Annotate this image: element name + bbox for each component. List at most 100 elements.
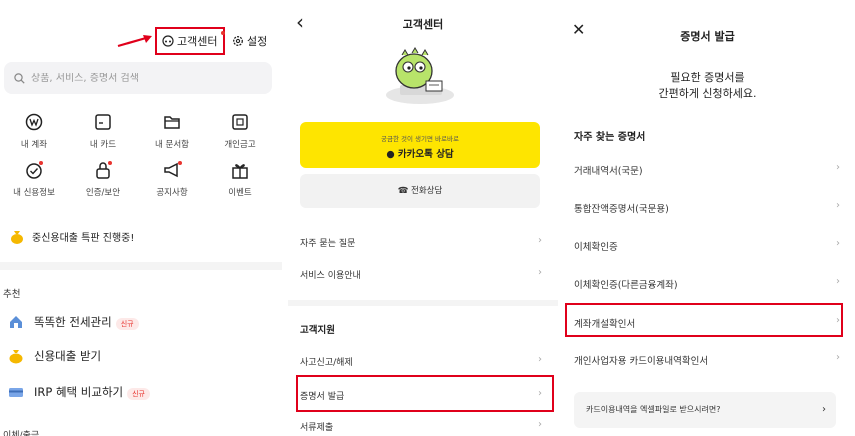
recommend-item-irp[interactable]: IRP 혜택 비교하기 신규: [8, 384, 150, 400]
chevron-right-icon: ›: [538, 419, 542, 430]
chevron-right-icon: ›: [836, 276, 840, 287]
card-icon: [95, 114, 111, 130]
phone-label: 전화상담: [411, 186, 443, 196]
menu-row-accident-report[interactable]: 사고신고/해제 ›: [300, 354, 548, 368]
recommend-label: 신용대출 받기: [34, 349, 102, 363]
notification-dot: [221, 31, 225, 35]
cert-row-transfer[interactable]: 이체확인증 ›: [574, 238, 844, 253]
kakao-chat-button[interactable]: 궁금한 것이 생기면 바로바로 ● 카카오톡 상담: [300, 122, 540, 168]
row-label: 계좌개설확인서: [574, 319, 636, 330]
menu-label: 인증/보안: [85, 188, 121, 198]
row-label: 서류제출: [300, 423, 334, 433]
recommend-label: IRP 혜택 비교하기: [34, 385, 124, 399]
recommend-item-credit-loan[interactable]: 신용대출 받기: [8, 348, 101, 364]
chevron-right-icon: ›: [836, 315, 840, 326]
menu-label: 내 문서함: [155, 140, 189, 150]
menu-auth-security[interactable]: 인증/보안: [73, 160, 133, 198]
row-label: 증명서 발급: [300, 392, 345, 402]
card-stack-icon: [9, 388, 23, 397]
main-menu-panel: 고객센터 설정 내 계좌 내 카드: [0, 0, 282, 436]
banner-label: 카드이용내역을 엑셀파일로 받으시려면?: [586, 405, 721, 414]
search-bar[interactable]: [4, 62, 272, 94]
page-title: 고객센터: [402, 18, 444, 31]
settings-label: 설정: [247, 35, 268, 48]
chevron-right-icon: ›: [538, 388, 542, 399]
certificate-panel: ✕ 증명서 발급 필요한 증명서를 간편하게 신청하세요. 자주 찾는 증명서 …: [560, 0, 855, 436]
intro-text: 필요한 증명서를 간편하게 신청하세요.: [560, 70, 855, 102]
phone-icon: ☎: [397, 186, 409, 196]
phone-consult-button[interactable]: ☎ 전화상담: [300, 174, 540, 208]
mascot-illustration: [386, 47, 454, 104]
row-label: 이체확인증(다른금융계좌): [574, 280, 678, 291]
section-heading: 자주 찾는 증명서: [574, 132, 646, 143]
menu-label: 내 계좌: [20, 140, 48, 150]
money-bag-icon: [11, 231, 23, 244]
row-label: 거래내역서(국문): [574, 166, 643, 177]
recommend-label: 똑똑한 전세관리: [34, 315, 112, 329]
menu-row-faq[interactable]: 자주 묻는 질문 ›: [300, 235, 548, 249]
chat-bubble-icon: ●: [386, 149, 395, 160]
money-bag-icon: [9, 350, 23, 364]
menu-credit-info[interactable]: 내 신용정보: [4, 160, 64, 198]
menu-events[interactable]: 이벤트: [210, 160, 270, 198]
chevron-right-icon: ›: [538, 354, 542, 365]
row-label: 자주 묻는 질문: [300, 239, 356, 249]
section-divider: [0, 262, 282, 270]
folder-icon: [164, 116, 180, 129]
support-heading: 고객지원: [300, 325, 335, 336]
recommend-item-lease[interactable]: 똑똑한 전세관리 신규: [8, 314, 139, 330]
red-arrow-annotation: [117, 35, 152, 48]
promo-banner[interactable]: 중신용대출 특판 진행중!: [10, 228, 134, 244]
chevron-right-icon: ›: [836, 162, 840, 173]
menu-my-account[interactable]: 내 계좌: [4, 112, 64, 150]
lock-icon: [96, 161, 112, 179]
cert-row-account-opening[interactable]: 계좌개설확인서 ›: [574, 315, 844, 330]
gift-icon: [232, 164, 248, 179]
menu-my-documents[interactable]: 내 문서함: [142, 112, 202, 150]
menu-personal-safe[interactable]: 개인금고: [210, 112, 270, 150]
card-excel-banner[interactable]: 카드이용내역을 엑셀파일로 받으시려면? ›: [574, 392, 836, 428]
gear-icon: [233, 36, 243, 46]
recommend-heading: 추천: [3, 289, 21, 300]
section-heading-cut: 이체/출금: [3, 431, 40, 436]
row-label: 이체확인증: [574, 242, 618, 253]
kakao-subtitle: 궁금한 것이 생기면 바로바로: [381, 135, 459, 143]
new-badge: 신규: [127, 388, 150, 400]
chevron-right-icon: ›: [836, 200, 840, 211]
menu-row-certificate[interactable]: 증명서 발급 ›: [300, 388, 548, 402]
menu-label: 내 신용정보: [13, 188, 55, 198]
cert-row-transaction[interactable]: 거래내역서(국문) ›: [574, 162, 844, 177]
row-label: 통합잔액증명서(국문용): [574, 204, 669, 215]
row-label: 사고신고/해제: [300, 358, 353, 368]
house-icon: [10, 316, 22, 328]
menu-row-service-guide[interactable]: 서비스 이용안내 ›: [300, 267, 548, 281]
row-label: 개인사업자용 카드이용내역확인서: [574, 356, 709, 367]
menu-row-document-submit[interactable]: 서류제출 ›: [300, 419, 548, 433]
section-divider: [288, 300, 558, 306]
customer-center-button[interactable]: 고객센터: [162, 33, 217, 49]
menu-my-card[interactable]: 내 카드: [73, 112, 133, 150]
chevron-right-icon: ›: [822, 404, 826, 415]
cert-row-card-usage[interactable]: 개인사업자용 카드이용내역확인서 ›: [574, 352, 844, 367]
search-input[interactable]: [31, 72, 251, 84]
cert-row-transfer-other[interactable]: 이체확인증(다른금융계좌) ›: [574, 276, 844, 291]
new-badge: 신규: [115, 318, 139, 330]
intro-line: 필요한 증명서를: [670, 71, 745, 84]
intro-line: 간편하게 신청하세요.: [658, 87, 757, 100]
settings-button[interactable]: 설정: [232, 33, 267, 49]
customer-center-label: 고객센터: [177, 35, 218, 48]
chevron-right-icon: ›: [836, 352, 840, 363]
cert-row-balance[interactable]: 통합잔액증명서(국문용) ›: [574, 200, 844, 215]
chevron-right-icon: ›: [538, 267, 542, 278]
promo-text: 중신용대출 특판 진행중!: [32, 232, 135, 244]
menu-label: 공지사항: [156, 188, 188, 198]
chevron-right-icon: ›: [538, 235, 542, 246]
menu-label: 이벤트: [228, 188, 252, 198]
row-label: 서비스 이용안내: [300, 271, 361, 281]
megaphone-icon: [164, 161, 182, 178]
chevron-right-icon: ›: [836, 238, 840, 249]
kakao-label: 카카오톡 상담: [397, 149, 454, 160]
safe-icon: [232, 114, 248, 130]
menu-notices[interactable]: 공지사항: [142, 160, 202, 198]
customer-center-panel: ‹ 고객센터 궁금한 것이 생기면 바로바로 ● 카카오톡 상담 ☎ 전화상담 …: [288, 0, 558, 436]
